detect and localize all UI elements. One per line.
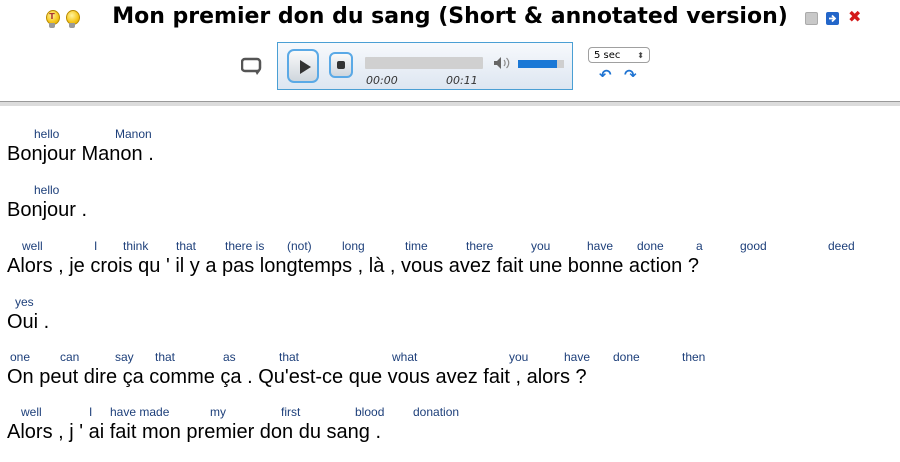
gloss-word: that <box>279 350 300 364</box>
play-icon <box>300 60 311 74</box>
minimize-icon[interactable] <box>805 12 818 25</box>
gloss-word: I <box>89 405 93 419</box>
gloss-word: then <box>682 350 706 364</box>
header: T Mon premier don du sang (Short & annot… <box>0 0 900 100</box>
stop-button[interactable] <box>329 52 353 78</box>
gloss-word: deed <box>828 239 855 253</box>
gloss-word: as <box>223 350 236 364</box>
loop-icon[interactable] <box>241 56 263 76</box>
rewind-icon[interactable]: ↶ <box>599 68 612 83</box>
gloss-word: blood <box>355 405 385 419</box>
french-sentence: Bonjour Manon . <box>7 143 154 165</box>
gloss-word: hello <box>34 127 60 141</box>
gloss-word: have <box>587 239 614 253</box>
audio-player: 00:00 00:11 <box>277 42 573 90</box>
gloss-word: done <box>637 239 664 253</box>
gloss-word: time <box>405 239 428 253</box>
volume-slider[interactable] <box>518 60 564 68</box>
page-title: Mon premier don du sang (Short & annotat… <box>112 4 788 29</box>
select-arrows-icon: ⬍ <box>637 51 644 60</box>
gloss-word: well <box>21 405 42 419</box>
gloss-word: hello <box>34 183 60 197</box>
gloss-word: you <box>509 350 529 364</box>
gloss-word: think <box>123 239 149 253</box>
gloss-word: one <box>10 350 31 364</box>
skip-interval-select[interactable]: 5 sec ⬍ <box>588 47 650 63</box>
speaker-icon[interactable] <box>493 56 511 70</box>
play-button[interactable] <box>287 49 319 83</box>
gloss-word: first <box>281 405 301 419</box>
gloss-word: my <box>210 405 226 419</box>
current-time: 00:00 <box>366 74 398 87</box>
divider <box>0 101 900 106</box>
progress-bar[interactable] <box>365 57 483 69</box>
french-sentence: Bonjour . <box>7 199 88 221</box>
gloss-word: that <box>176 239 197 253</box>
gloss-word: I <box>94 239 98 253</box>
forward-icon[interactable] <box>826 12 839 25</box>
gloss-word: done <box>613 350 640 364</box>
gloss-word: can <box>60 350 80 364</box>
french-sentence: On peut dire ça comme ça . Qu'est-ce que… <box>7 366 587 388</box>
gloss-word: you <box>531 239 551 253</box>
gloss-word: long <box>342 239 365 253</box>
forward-skip-icon[interactable]: ↷ <box>624 68 637 83</box>
gloss-word: that <box>155 350 176 364</box>
gloss-word: there <box>466 239 494 253</box>
stop-icon <box>337 61 345 69</box>
gloss-word: yes <box>15 295 34 309</box>
gloss-word: Manon <box>115 127 152 141</box>
gloss-word: well <box>22 239 43 253</box>
gloss-word: say <box>115 350 134 364</box>
french-sentence: Oui . <box>7 311 50 333</box>
french-sentence: Alors , je crois qu ' il y a pas longtem… <box>7 255 699 277</box>
gloss-word: have <box>564 350 591 364</box>
close-icon[interactable]: ✖ <box>848 9 861 25</box>
gloss-word: donation <box>413 405 460 419</box>
gloss-word: have made <box>110 405 170 419</box>
duration: 00:11 <box>446 74 478 87</box>
french-sentence: Alors , j ' ai fait mon premier don du s… <box>7 421 381 443</box>
gloss-word: (not) <box>287 239 312 253</box>
gloss-word: a <box>696 239 703 253</box>
gloss-word: good <box>740 239 767 253</box>
gloss-word: there is <box>225 239 265 253</box>
gloss-word: what <box>392 350 418 364</box>
